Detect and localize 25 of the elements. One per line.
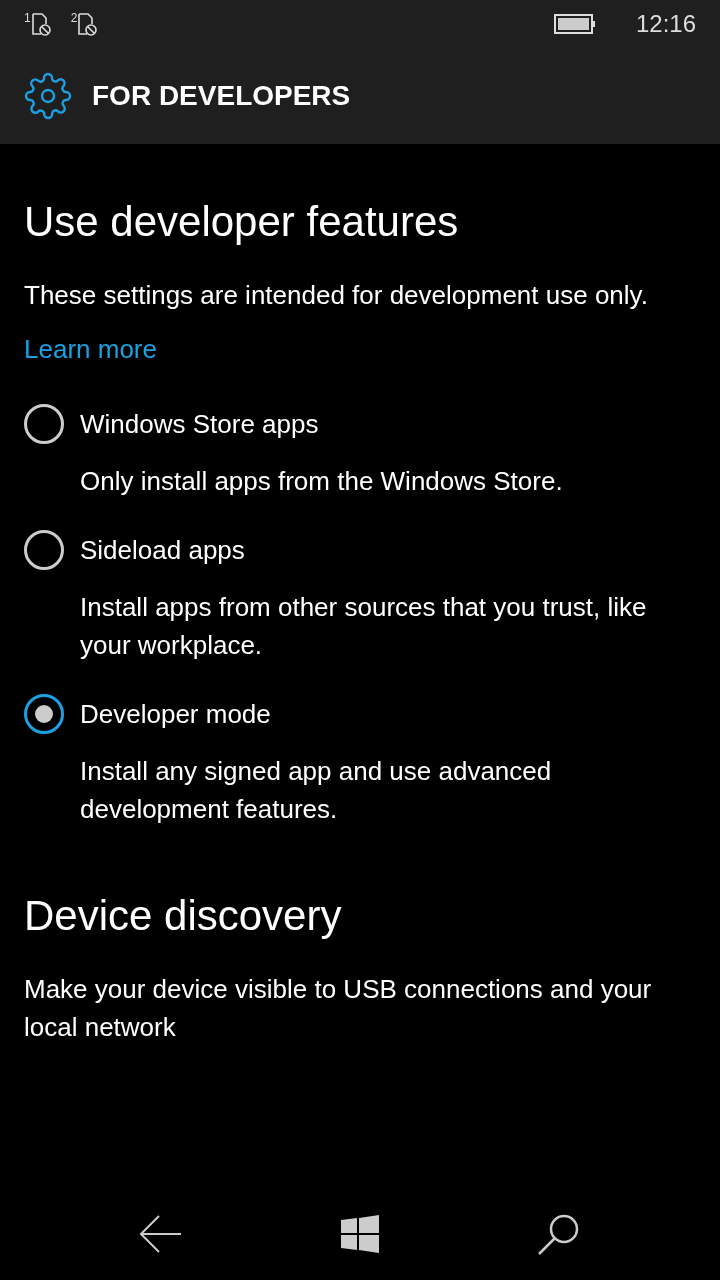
search-icon[interactable] xyxy=(537,1212,581,1256)
back-icon[interactable] xyxy=(139,1214,183,1254)
sim-number: 2 xyxy=(70,12,78,24)
option-label: Developer mode xyxy=(80,698,271,731)
sim-number: 1 xyxy=(24,12,31,24)
radio-button[interactable] xyxy=(24,404,64,444)
learn-more-link[interactable]: Learn more xyxy=(24,330,157,368)
section-heading: Use developer features xyxy=(24,197,460,247)
battery-icon xyxy=(553,14,596,34)
option-label: Windows Store apps xyxy=(80,408,319,441)
radio-button[interactable] xyxy=(24,694,64,734)
page-title: FOR DEVELOPERS xyxy=(92,79,351,113)
section-description: These settings are intended for development use only. xyxy=(24,279,649,312)
section-heading: Device discovery xyxy=(24,891,343,941)
option-description: Install apps from other sources that you trust, like your workplace. xyxy=(80,591,648,662)
settings-icon xyxy=(24,72,72,120)
option-description: Only install apps from the Windows Store. xyxy=(80,465,564,498)
no-sim-icon xyxy=(77,12,98,36)
windows-logo-icon[interactable] xyxy=(341,1215,379,1253)
no-sim-icon xyxy=(30,12,51,36)
section-description: Make your device visible to USB connections and your local network xyxy=(24,973,653,1044)
option-label: Sideload apps xyxy=(80,534,245,567)
radio-button[interactable] xyxy=(24,530,64,570)
clock-time: 12:16 xyxy=(635,9,696,39)
option-description: Install any signed app and use advanced development features. xyxy=(80,755,553,826)
